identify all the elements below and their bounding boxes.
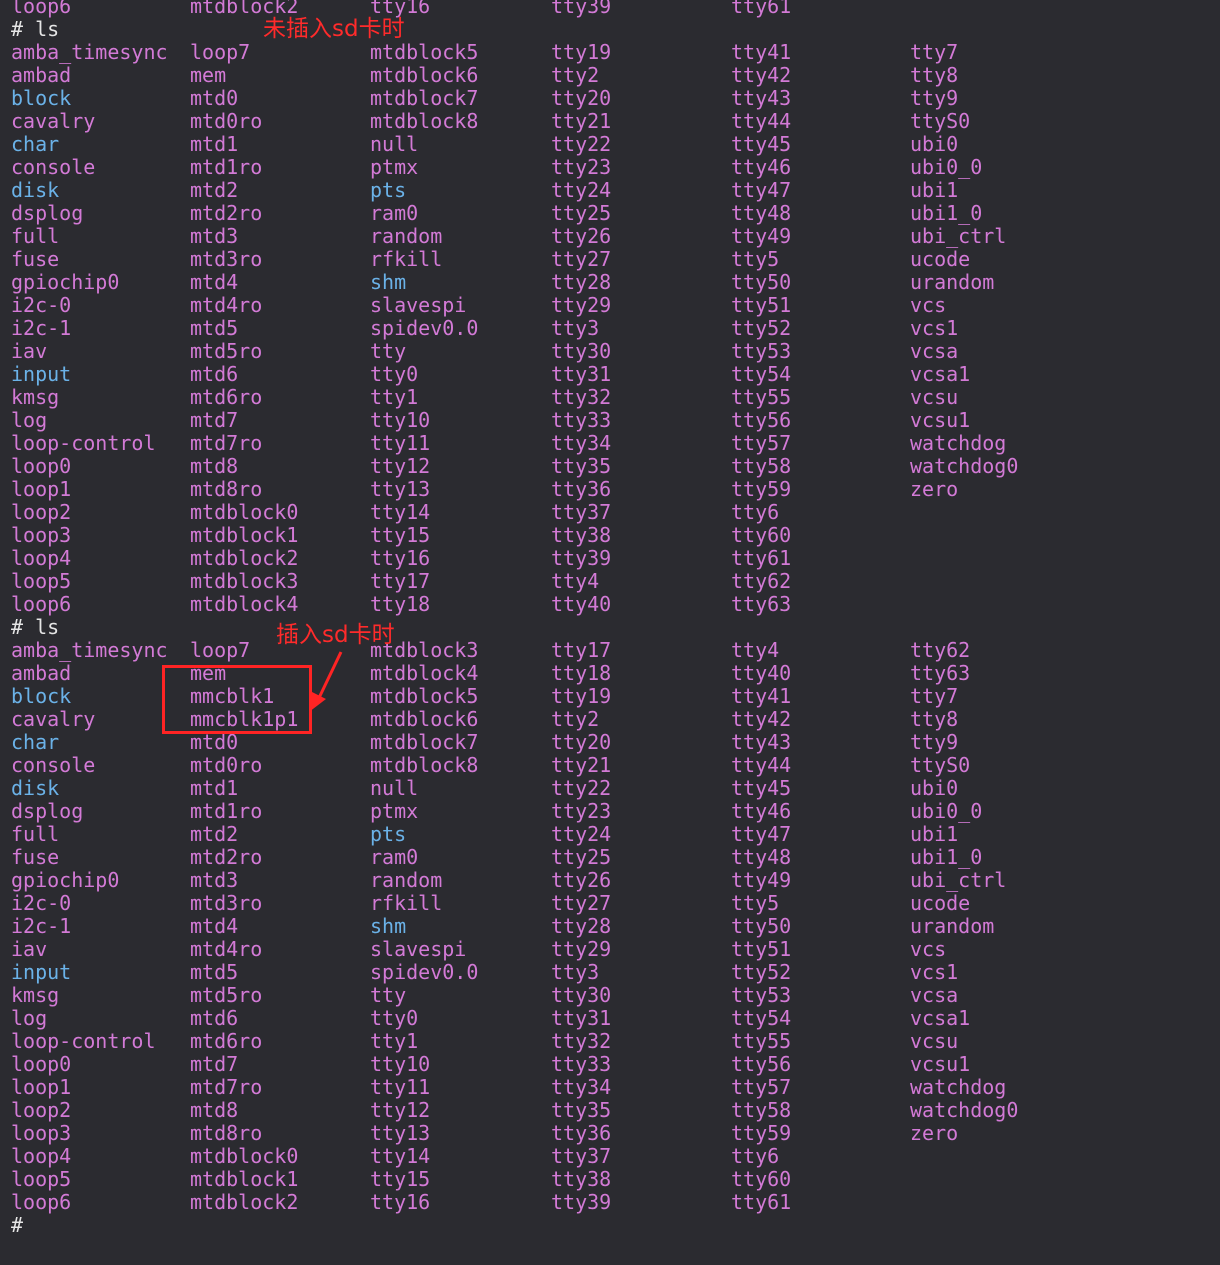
arrow-icon [309, 651, 343, 712]
terminal-window[interactable]: loop6 mtdblock2 tty16 tty39 tty61 # ls amba_ti… [0, 0, 1220, 1265]
